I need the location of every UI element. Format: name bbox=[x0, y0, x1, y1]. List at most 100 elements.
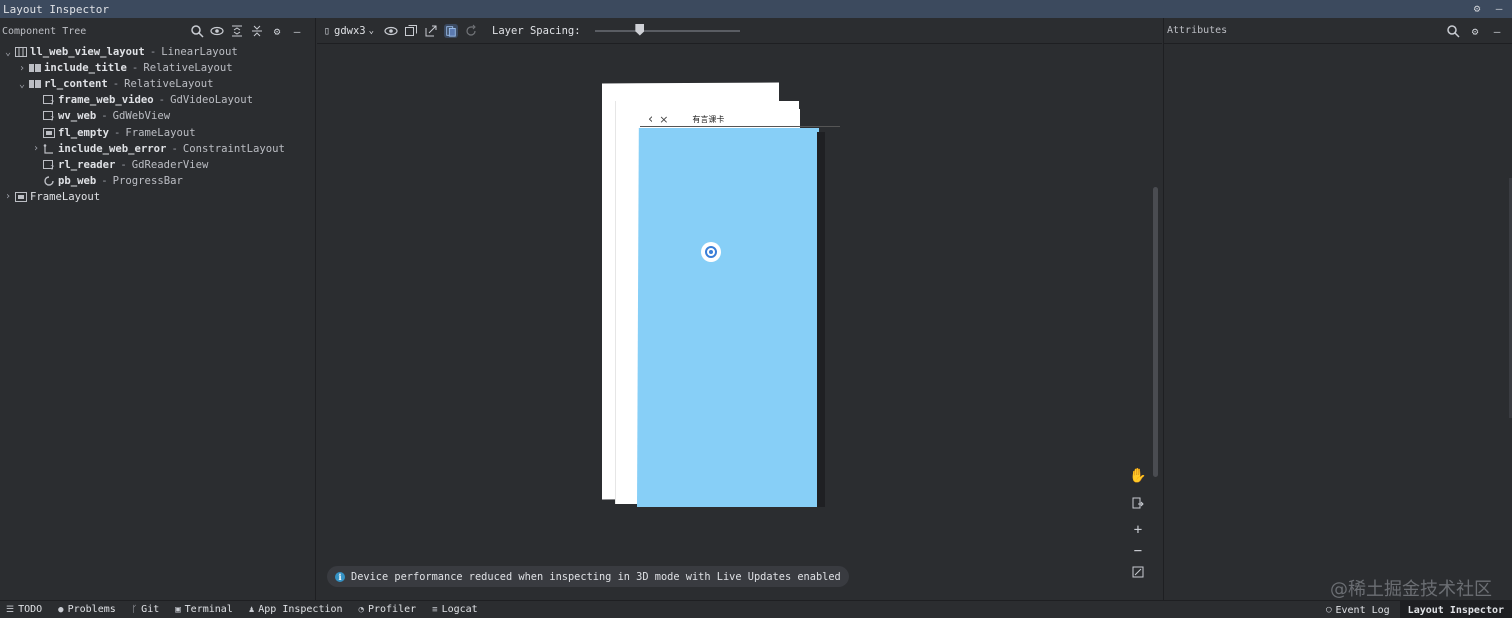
tool-window-todo[interactable]: ☰ TODO bbox=[6, 604, 42, 615]
chevron-right-icon[interactable]: › bbox=[30, 143, 42, 154]
loading-spinner-icon bbox=[701, 242, 721, 262]
node-name: include_web_error bbox=[58, 142, 167, 155]
gear-icon[interactable]: ⚙ bbox=[270, 24, 284, 38]
zoom-out-icon[interactable]: − bbox=[1129, 542, 1147, 560]
node-name: include_title bbox=[44, 62, 127, 75]
tree-node[interactable]: ⌄ rl_content - RelativeLayout bbox=[0, 76, 316, 92]
inspector-toolbar: ▯ gdwx3 ⌄ Layer Spacing: bbox=[317, 18, 1162, 44]
tool-window-profiler[interactable]: ◔ Profiler bbox=[359, 604, 417, 615]
status-bar: ☰ TODO ● Problems ᚴ Git ▣ Terminal ♟ App Insp… bbox=[0, 600, 1512, 618]
eye-icon[interactable] bbox=[210, 24, 224, 38]
chevron-down-icon[interactable]: ⌄ bbox=[16, 79, 28, 90]
zoom-in-icon[interactable]: + bbox=[1129, 521, 1147, 539]
tool-window-event-log[interactable]: ◯ Event Log bbox=[1326, 605, 1390, 616]
gauge-icon: ◔ bbox=[358, 604, 364, 615]
chevron-right-icon[interactable]: › bbox=[16, 63, 28, 74]
svg-text:?: ? bbox=[50, 115, 54, 121]
tool-window-layout-inspector[interactable]: Layout Inspector bbox=[1399, 601, 1512, 618]
node-class: RelativeLayout bbox=[143, 62, 233, 75]
minimize-icon[interactable]: — bbox=[1492, 1, 1506, 15]
window-title: Layout Inspector bbox=[3, 2, 109, 16]
tree-node[interactable]: › FrameLayout bbox=[0, 189, 316, 205]
minimize-icon[interactable]: — bbox=[1490, 24, 1504, 38]
back-icon[interactable]: ‹ bbox=[648, 112, 653, 127]
tool-window-label: Terminal bbox=[184, 604, 233, 615]
tree-node[interactable]: › include_title - RelativeLayout bbox=[0, 60, 316, 76]
node-name: FrameLayout bbox=[30, 190, 101, 203]
collapse-all-icon[interactable] bbox=[250, 24, 264, 38]
node-name: wv_web bbox=[58, 110, 97, 123]
layout-canvas[interactable]: ‹ × 有言课卡 ✋ + − i Device performance redu… bbox=[317, 44, 1162, 600]
branch-icon: ᚴ bbox=[131, 604, 138, 615]
tool-window-terminal[interactable]: ▣ Terminal bbox=[175, 604, 233, 615]
webview-layer[interactable] bbox=[637, 128, 819, 507]
tool-window-label: Event Log bbox=[1335, 604, 1390, 616]
reset-view-icon[interactable] bbox=[464, 24, 478, 38]
frame-layout-icon bbox=[14, 191, 27, 202]
webview-shadow-edge bbox=[817, 132, 825, 507]
node-class: RelativeLayout bbox=[124, 78, 214, 91]
tree-node[interactable]: ⌄ ll_web_view_layout - LinearLayout bbox=[0, 44, 316, 60]
device-selector[interactable]: ▯ gdwx3 ⌄ bbox=[323, 24, 374, 38]
tool-window-logcat[interactable]: ≡ Logcat bbox=[432, 604, 478, 615]
chevron-right-icon[interactable]: › bbox=[2, 191, 14, 202]
node-name: pb_web bbox=[58, 174, 97, 187]
snapshot-icon[interactable] bbox=[404, 24, 418, 38]
zoom-to-fit-icon[interactable] bbox=[1129, 563, 1147, 581]
pan-hand-icon[interactable]: ✋ bbox=[1129, 467, 1147, 485]
relative-layout-icon bbox=[28, 79, 41, 89]
info-circle-icon: ● bbox=[58, 604, 64, 615]
frame-layout-icon bbox=[42, 127, 55, 138]
tool-window-label: Profiler bbox=[367, 604, 417, 615]
search-icon[interactable] bbox=[190, 24, 204, 38]
3d-mode-icon[interactable] bbox=[444, 23, 459, 38]
tree-node[interactable]: fl_empty - FrameLayout bbox=[0, 124, 316, 140]
watermark: @稀土掘金技术社区 bbox=[1330, 579, 1492, 600]
close-icon[interactable]: × bbox=[659, 113, 668, 126]
slider-thumb[interactable] bbox=[635, 23, 645, 36]
search-icon[interactable] bbox=[1446, 24, 1460, 38]
minimize-icon[interactable]: — bbox=[290, 24, 304, 38]
linear-layout-icon bbox=[14, 47, 27, 58]
device-name: gdwx3 bbox=[334, 24, 366, 37]
expand-all-icon[interactable] bbox=[230, 24, 244, 38]
fit-device-icon[interactable] bbox=[1129, 494, 1147, 512]
title-bar: Layout Inspector ⚙ — bbox=[0, 0, 1512, 18]
android-icon: ♟ bbox=[248, 604, 255, 615]
component-tree-header: Component Tree ⚙ — bbox=[0, 18, 315, 44]
tool-window-problems[interactable]: ● Problems bbox=[58, 604, 116, 615]
gear-icon[interactable]: ⚙ bbox=[1470, 1, 1484, 15]
custom-view-icon: ? bbox=[42, 111, 55, 121]
eye-icon[interactable] bbox=[384, 24, 398, 38]
layer-spacing-slider[interactable] bbox=[594, 23, 740, 38]
tool-window-label: Logcat bbox=[441, 604, 478, 615]
node-class: GdWebView bbox=[112, 110, 171, 123]
tool-window-label: Problems bbox=[67, 604, 116, 615]
event-log-icon: ◯ bbox=[1326, 605, 1332, 615]
node-class: LinearLayout bbox=[161, 46, 238, 59]
export-icon[interactable] bbox=[424, 24, 438, 38]
tree-node[interactable]: › include_web_error - ConstraintLayout bbox=[0, 141, 316, 157]
attributes-header: Attributes ⚙ — bbox=[1164, 18, 1512, 44]
tool-window-git[interactable]: ᚴ Git bbox=[132, 604, 159, 615]
tool-window-label: App Inspection bbox=[258, 604, 343, 615]
tree-node[interactable]: pb_web - ProgressBar bbox=[0, 173, 316, 189]
tree-node[interactable]: ? rl_reader - GdReaderView bbox=[0, 157, 316, 173]
notice-text: Device performance reduced when inspecti… bbox=[351, 570, 841, 583]
node-name: fl_empty bbox=[58, 126, 110, 139]
node-name: rl_reader bbox=[58, 158, 116, 171]
custom-view-icon: ? bbox=[42, 95, 55, 105]
tool-window-app-inspection[interactable]: ♟ App Inspection bbox=[249, 604, 343, 615]
chevron-down-icon[interactable]: ⌄ bbox=[2, 47, 14, 58]
title-bar-underline bbox=[640, 126, 840, 127]
tree-node[interactable]: ? frame_web_video - GdVideoLayout bbox=[0, 92, 316, 108]
node-name: ll_web_view_layout bbox=[30, 46, 145, 59]
performance-notice: i Device performance reduced when inspec… bbox=[327, 566, 849, 587]
log-icon: ≡ bbox=[432, 604, 438, 615]
canvas-scrollbar[interactable] bbox=[1153, 187, 1158, 477]
component-tree-panel: Component Tree ⚙ — ⌄ ll_web_view_layout -… bbox=[0, 18, 316, 600]
node-class: FrameLayout bbox=[125, 126, 196, 139]
gear-icon[interactable]: ⚙ bbox=[1468, 24, 1482, 38]
tree-node[interactable]: ? wv_web - GdWebView bbox=[0, 108, 316, 124]
node-class: ConstraintLayout bbox=[182, 142, 285, 155]
